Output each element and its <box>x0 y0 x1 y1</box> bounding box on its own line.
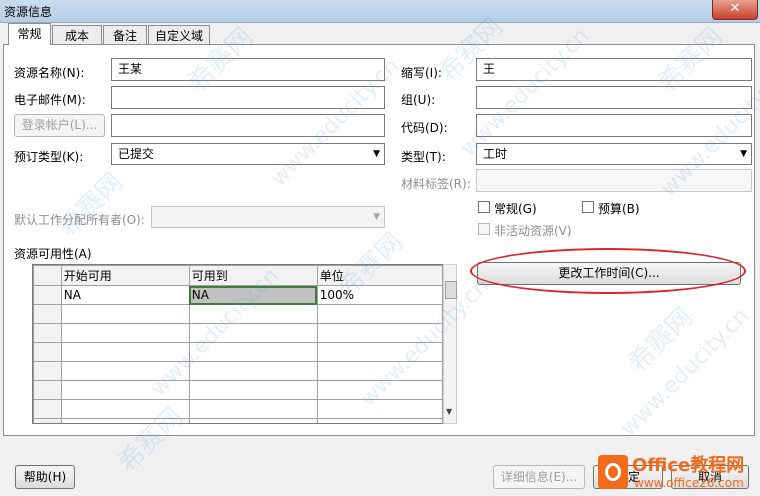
office-logo-title: Office教程网 <box>632 455 745 476</box>
grid-cell[interactable] <box>60 323 190 343</box>
default-owner-select[interactable]: ▼ <box>151 206 385 228</box>
help-button[interactable]: 帮助(H) <box>15 465 75 489</box>
grid-cell[interactable]: NA <box>60 285 190 305</box>
code-field[interactable] <box>476 114 752 137</box>
close-icon: ✕ <box>729 1 741 16</box>
grid-cell[interactable] <box>188 323 318 343</box>
row-header[interactable] <box>33 380 62 400</box>
group-field[interactable] <box>476 86 752 109</box>
availability-label: 资源可用性(A) <box>14 247 92 261</box>
group-label: 组(U): <box>401 93 436 107</box>
title-bar <box>0 0 760 23</box>
table-row <box>33 304 443 324</box>
grid-cell[interactable] <box>188 342 318 362</box>
budget-checkbox-label: 预算(B) <box>598 202 640 216</box>
budget-checkbox[interactable] <box>582 201 594 213</box>
initials-label: 缩写(I): <box>401 66 442 80</box>
row-header[interactable] <box>33 304 62 324</box>
availability-grid[interactable]: 开始可用 可用到 单位 NA NA 100% <box>32 264 444 424</box>
login-account-button[interactable]: 登录帐户(L)... <box>14 114 105 137</box>
grid-cell[interactable]: 100% <box>316 285 443 305</box>
email-field[interactable] <box>111 86 385 109</box>
grid-cell[interactable] <box>60 418 190 423</box>
close-button[interactable]: ✕ <box>712 0 758 20</box>
grid-cell[interactable] <box>316 342 443 362</box>
column-header-start[interactable]: 开始可用 <box>60 265 190 286</box>
grid-cell[interactable] <box>316 323 443 343</box>
table-row <box>33 361 443 381</box>
grid-cell-selected[interactable]: NA <box>188 285 318 305</box>
table-row <box>33 323 443 343</box>
row-header[interactable] <box>33 323 62 343</box>
grid-cell[interactable] <box>60 304 190 324</box>
tab-notes[interactable]: 备注 <box>103 25 147 45</box>
generic-checkbox-label: 常规(G) <box>494 202 537 216</box>
scroll-thumb[interactable] <box>445 281 457 299</box>
office-logo-icon <box>598 455 628 489</box>
window-title: 资源信息 <box>4 5 53 19</box>
column-header-units[interactable]: 单位 <box>316 265 443 286</box>
resource-name-label: 资源名称(N): <box>14 66 85 80</box>
grid-cell[interactable] <box>188 361 318 381</box>
grid-cell[interactable] <box>316 380 443 400</box>
row-header[interactable] <box>33 342 62 362</box>
details-button[interactable]: 详细信息(E)... <box>493 465 585 489</box>
table-row <box>33 342 443 362</box>
office-logo-url: www.office26.com <box>634 476 744 490</box>
email-label: 电子邮件(M): <box>14 93 86 107</box>
grid-cell[interactable] <box>60 380 190 400</box>
inactive-checkbox-label: 非活动资源(V) <box>494 224 572 238</box>
grid-cell[interactable] <box>60 342 190 362</box>
grid-cell[interactable] <box>188 380 318 400</box>
default-owner-label: 默认工作分配所有者(O): <box>14 213 145 227</box>
office-logo: Office教程网 www.office26.com <box>594 449 760 496</box>
chevron-down-icon: ▼ <box>740 149 747 159</box>
row-header[interactable] <box>33 399 62 419</box>
grid-cell[interactable] <box>316 418 443 423</box>
grid-cell[interactable] <box>188 304 318 324</box>
material-label: 材料标签(R): <box>401 177 471 191</box>
grid-cell[interactable] <box>60 399 190 419</box>
table-row <box>33 380 443 400</box>
type-label: 类型(T): <box>401 150 446 164</box>
grid-cell[interactable] <box>188 399 318 419</box>
grid-corner <box>33 265 62 286</box>
grid-cell[interactable] <box>316 304 443 324</box>
initials-field[interactable]: 王 <box>476 58 752 81</box>
tab-general[interactable]: 常规 <box>8 23 51 45</box>
material-field[interactable] <box>476 169 752 192</box>
table-row <box>33 418 443 423</box>
tab-cost[interactable]: 成本 <box>52 25 102 45</box>
grid-cell[interactable] <box>316 399 443 419</box>
table-row <box>33 399 443 419</box>
booking-type-select[interactable]: 已提交 ▼ <box>111 143 385 165</box>
login-account-field[interactable] <box>111 114 385 137</box>
grid-cell[interactable] <box>188 418 318 423</box>
booking-type-label: 预订类型(K): <box>14 150 84 164</box>
grid-cell[interactable] <box>60 361 190 381</box>
grid-scrollbar[interactable]: ▼ <box>443 264 457 424</box>
scroll-down-icon[interactable]: ▼ <box>446 407 452 416</box>
chevron-down-icon: ▼ <box>373 149 380 159</box>
code-label: 代码(D): <box>401 121 448 135</box>
generic-checkbox[interactable] <box>478 201 490 213</box>
table-row: NA NA 100% <box>33 285 443 305</box>
column-header-end[interactable]: 可用到 <box>188 265 318 286</box>
row-header[interactable] <box>33 361 62 381</box>
row-header[interactable] <box>33 418 62 423</box>
grid-cell[interactable] <box>316 361 443 381</box>
resource-name-field[interactable]: 王某 <box>111 58 385 81</box>
row-header[interactable] <box>33 285 62 305</box>
tab-custom-fields[interactable]: 自定义域 <box>148 25 210 45</box>
chevron-down-icon: ▼ <box>373 212 380 222</box>
inactive-checkbox[interactable] <box>478 223 490 235</box>
highlight-ellipse <box>470 248 746 294</box>
type-select[interactable]: 工时 ▼ <box>476 143 752 165</box>
